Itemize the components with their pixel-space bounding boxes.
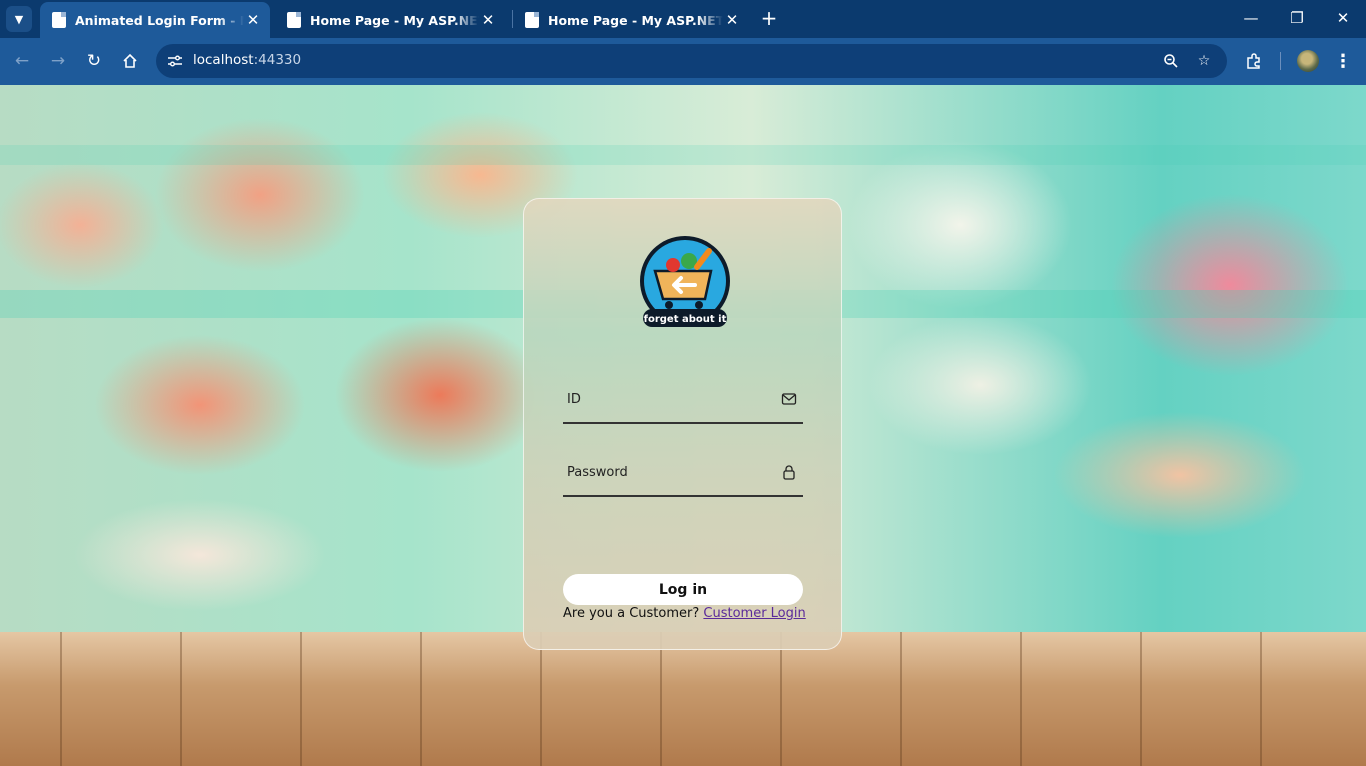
mail-icon bbox=[781, 393, 797, 405]
minimize-button[interactable]: — bbox=[1228, 0, 1274, 36]
toolbar-divider bbox=[1280, 52, 1281, 70]
arrow-right-icon: → bbox=[50, 51, 66, 71]
forward-button[interactable]: → bbox=[44, 47, 72, 75]
tab-title: Home Page - My ASP.NET Application bbox=[310, 12, 479, 28]
bookmark-star-icon[interactable]: ☆ bbox=[1194, 51, 1214, 71]
lock-icon bbox=[783, 465, 795, 480]
tab-strip: ▼ Animated Login Form - Nothing ✕ Home P… bbox=[0, 0, 1366, 38]
store-logo: forget about it bbox=[640, 236, 730, 327]
background-shelf bbox=[0, 145, 1366, 165]
tab-title: Animated Login Form - Nothing bbox=[75, 12, 244, 28]
reload-button[interactable]: ↻ bbox=[80, 47, 108, 75]
close-window-button[interactable]: ✕ bbox=[1320, 0, 1366, 36]
tab-home-page[interactable]: Home Page - My ASP.NET Application ✕ bbox=[275, 2, 505, 38]
customer-login-prompt: Are you a Customer? Customer Login bbox=[563, 606, 806, 621]
new-tab-button[interactable]: + bbox=[758, 6, 780, 30]
url-text: localhost:44330 bbox=[193, 52, 301, 68]
reload-icon: ↻ bbox=[86, 51, 102, 71]
home-button[interactable] bbox=[116, 47, 144, 75]
id-label: ID bbox=[567, 392, 581, 407]
chevron-down-icon: ▼ bbox=[14, 12, 24, 26]
minimize-icon: — bbox=[1243, 9, 1259, 27]
customer-login-link[interactable]: Customer Login bbox=[703, 606, 805, 621]
profile-avatar[interactable] bbox=[1297, 50, 1319, 72]
tab-search-menu[interactable]: ▼ bbox=[6, 6, 32, 32]
url-port: :44330 bbox=[253, 52, 302, 68]
password-field[interactable]: Password bbox=[563, 455, 803, 497]
address-bar[interactable]: localhost:44330 ☆ bbox=[156, 44, 1227, 78]
close-icon[interactable]: ✕ bbox=[244, 11, 262, 29]
home-icon bbox=[123, 53, 137, 68]
login-button[interactable]: Log in bbox=[563, 574, 803, 605]
page-icon bbox=[525, 12, 539, 28]
extensions-icon[interactable] bbox=[1243, 50, 1265, 72]
page-icon bbox=[287, 12, 301, 28]
menu-dots-icon[interactable]: ⋮ bbox=[1332, 50, 1354, 72]
zoom-icon[interactable] bbox=[1161, 51, 1181, 71]
customer-prompt-text: Are you a Customer? bbox=[563, 606, 700, 621]
restore-button[interactable]: ❐ bbox=[1274, 0, 1320, 36]
close-icon[interactable]: ✕ bbox=[723, 11, 741, 29]
back-button[interactable]: ← bbox=[8, 47, 36, 75]
id-field[interactable]: ID bbox=[563, 382, 803, 424]
close-icon: ✕ bbox=[1336, 9, 1350, 27]
plus-icon: + bbox=[760, 6, 778, 30]
url-host: localhost bbox=[193, 52, 254, 68]
restore-icon: ❐ bbox=[1290, 9, 1304, 27]
close-icon[interactable]: ✕ bbox=[479, 11, 497, 29]
site-info-icon[interactable] bbox=[165, 51, 185, 71]
tab-animated-login[interactable]: Animated Login Form - Nothing ✕ bbox=[40, 2, 270, 38]
tab-home-page[interactable]: Home Page - My ASP.NET Application ✕ bbox=[513, 2, 749, 38]
arrow-left-icon: ← bbox=[14, 51, 30, 71]
page-icon bbox=[52, 12, 66, 28]
wooden-table bbox=[0, 632, 1366, 766]
browser-toolbar: ← → ↻ localhost:44330 ☆ ⋮ bbox=[0, 38, 1366, 85]
tab-title: Home Page - My ASP.NET Application bbox=[548, 12, 723, 28]
password-label: Password bbox=[567, 465, 628, 480]
logo-tagline: forget about it bbox=[644, 314, 727, 325]
